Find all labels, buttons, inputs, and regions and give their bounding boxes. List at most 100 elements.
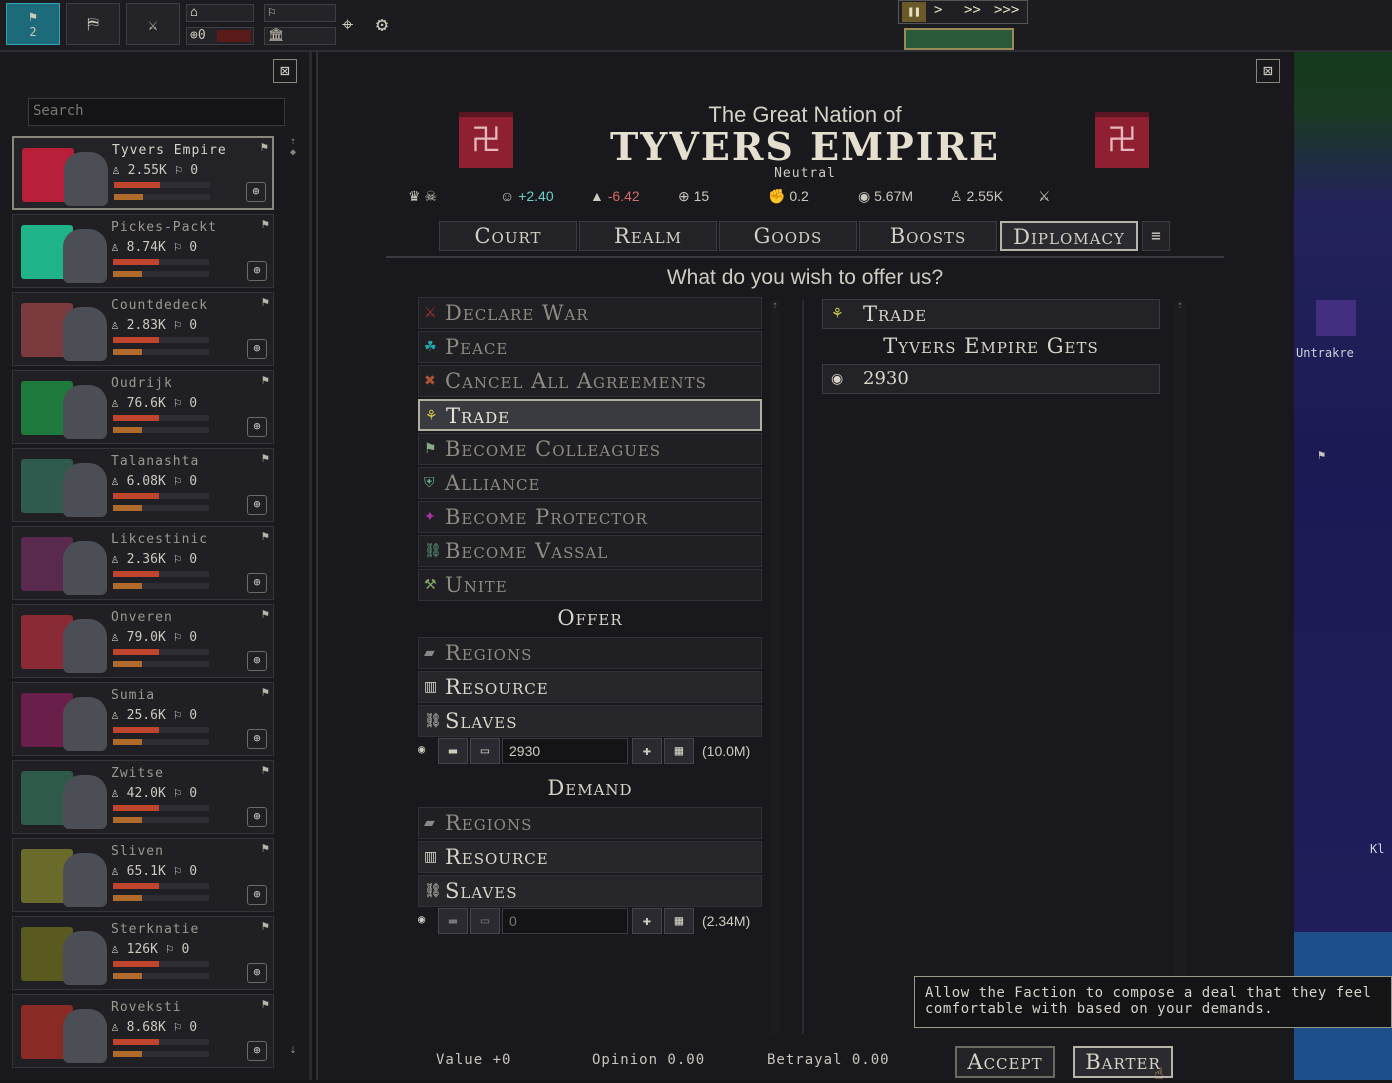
crosshair-icon[interactable]: ⊕	[247, 573, 267, 593]
option-trade[interactable]: ⚘ Trade	[418, 399, 762, 431]
faction-item[interactable]: Sliven ♙ 65.1K ⚐ 0 ⚑ ⊕	[12, 838, 274, 912]
decrease-button[interactable]: ▭	[470, 738, 500, 764]
map-city[interactable]	[1316, 300, 1356, 336]
demand-amount-input[interactable]: 0	[502, 908, 628, 934]
option-unite[interactable]: ⚒ Unite	[418, 569, 762, 601]
flag-icon[interactable]: ⚑	[262, 841, 269, 855]
option-declare-war[interactable]: ⚔ Declare War	[418, 297, 762, 329]
flag-icon[interactable]: ⚑	[262, 295, 269, 309]
tab-court[interactable]: Court	[439, 221, 577, 251]
crosshair-icon[interactable]: ⊕	[247, 1041, 267, 1061]
flag-icon[interactable]: ⚑	[262, 607, 269, 621]
increase-button[interactable]: ✚	[632, 738, 662, 764]
right-trade-item[interactable]: ⚘ Trade	[822, 299, 1160, 329]
crosshair-icon[interactable]: ⊕	[246, 182, 266, 202]
demand-slaves[interactable]: ⛓ Slaves	[418, 875, 762, 907]
crosshair-icon[interactable]: ⊕	[247, 807, 267, 827]
flag-icon[interactable]: ⚑	[262, 919, 269, 933]
world-map[interactable]: Untrakre Kl ⚑	[1294, 52, 1392, 1080]
building-slot[interactable]: 🏛	[264, 27, 336, 45]
increase-button[interactable]: ✚	[632, 908, 662, 934]
faction-item[interactable]: Zwitse ♙ 42.0K ⚐ 0 ⚑ ⊕	[12, 760, 274, 834]
faction-item[interactable]: Countdedeck ♙ 2.83K ⚐ 0 ⚑ ⊕	[12, 292, 274, 366]
faction-bar	[113, 661, 209, 667]
target-icon[interactable]: ⌖	[342, 12, 353, 36]
gets-value-item[interactable]: ◉ 2930	[822, 364, 1160, 394]
crosshair-icon[interactable]: ⊕	[247, 417, 267, 437]
faction-item[interactable]: Onveren ♙ 79.0K ⚐ 0 ⚑ ⊕	[12, 604, 274, 678]
demand-resource[interactable]: ▥ Resource	[418, 841, 762, 873]
home-slot[interactable]: ⌂	[186, 4, 254, 22]
crosshair-icon[interactable]: ⊕	[247, 651, 267, 671]
crosshair-icon[interactable]: ⊕	[247, 963, 267, 983]
faction-item[interactable]: Roveksti ♙ 8.68K ⚐ 0 ⚑ ⊕	[12, 994, 274, 1068]
flag-icon[interactable]: ⚑	[262, 451, 269, 465]
flag-button[interactable]: ⚑ 2	[6, 3, 60, 45]
crosshair-icon[interactable]: ⊕	[247, 261, 267, 281]
pause-button[interactable]: ❚❚	[902, 2, 926, 22]
option-peace[interactable]: ☘ Peace	[418, 331, 762, 363]
flag-icon[interactable]: ⚑	[262, 997, 269, 1011]
crosshair-icon[interactable]: ⊕	[247, 495, 267, 515]
faction-item[interactable]: Sterknatie ♙ 126K ⚐ 0 ⚑ ⊕	[12, 916, 274, 990]
left-scrollbar[interactable]: ⇡ ◆ ⇣	[287, 136, 299, 1068]
offer-slaves[interactable]: ⛓ Slaves	[418, 705, 762, 737]
faction-item[interactable]: Oudrijk ♙ 76.6K ⚐ 0 ⚑ ⊕	[12, 370, 274, 444]
accept-button[interactable]: Accept	[955, 1046, 1055, 1078]
settings-gear-icon[interactable]: ⚙	[376, 12, 388, 36]
right-scrollbar[interactable]: ⇡	[1175, 300, 1185, 980]
flag-icon[interactable]: ⚑	[262, 763, 269, 777]
speed-3-button[interactable]: >>>	[994, 2, 1019, 18]
crosshair-icon[interactable]: ⊕	[247, 729, 267, 749]
offer-amount-input[interactable]: 2930	[502, 738, 628, 764]
tab-boosts[interactable]: Boosts	[859, 221, 997, 251]
decrease-large-button[interactable]: ▬	[438, 908, 468, 934]
map-button[interactable]: ⛿	[66, 3, 120, 45]
tab-diplomacy[interactable]: Diplomacy	[1000, 221, 1138, 251]
flag-icon[interactable]: ⚑	[261, 140, 268, 154]
demand-regions[interactable]: ▰ Regions	[418, 807, 762, 839]
decrease-button[interactable]: ▭	[470, 908, 500, 934]
speed-1-button[interactable]: >	[934, 2, 942, 18]
signpost-icon: ⚐	[268, 5, 276, 20]
options-scrollbar[interactable]: ⇡	[770, 300, 780, 1034]
speed-2-button[interactable]: >>	[964, 2, 981, 18]
faction-item[interactable]: Tyvers Empire ♙ 2.55K ⚐ 0 ⚑ ⊕	[12, 136, 274, 210]
war-button[interactable]: ⚔	[126, 3, 180, 45]
map-icon: ▰	[424, 815, 436, 831]
faction-item[interactable]: Pickes-Packt ♙ 8.74K ⚐ 0 ⚑ ⊕	[12, 214, 274, 288]
flag-icon[interactable]: ⚑	[262, 529, 269, 543]
map-flag-icon[interactable]: ⚑	[1318, 448, 1325, 462]
option-become-protector[interactable]: ✦ Become Protector	[418, 501, 762, 533]
crosshair-icon[interactable]: ⊕	[247, 885, 267, 905]
crosshair-icon[interactable]: ⊕	[247, 339, 267, 359]
faction-item[interactable]: Likcestinic ♙ 2.36K ⚐ 0 ⚑ ⊕	[12, 526, 274, 600]
flag-icon[interactable]: ⚑	[262, 685, 269, 699]
menu-button[interactable]: ≡	[1142, 221, 1170, 251]
flag-icon[interactable]: ⚑	[262, 373, 269, 387]
faction-item[interactable]: Talanashta ♙ 6.08K ⚐ 0 ⚑ ⊕	[12, 448, 274, 522]
option-cancel-all-agreements[interactable]: ✖ Cancel All Agreements	[418, 365, 762, 397]
search-input[interactable]: Search	[28, 98, 285, 126]
faction-item[interactable]: Sumia ♙ 25.6K ⚐ 0 ⚑ ⊕	[12, 682, 274, 756]
increase-large-button[interactable]: ▦	[664, 908, 694, 934]
faction-bar	[113, 727, 209, 733]
decrease-large-button[interactable]: ▬	[438, 738, 468, 764]
ruler-portrait	[63, 931, 107, 985]
increase-large-button[interactable]: ▦	[664, 738, 694, 764]
money-slot[interactable]: ⊕0	[186, 27, 254, 45]
option-become-colleagues[interactable]: ⚑ Become Colleagues	[418, 433, 762, 465]
sign-slot[interactable]: ⚐	[264, 4, 336, 22]
offer-resource[interactable]: ▥ Resource	[418, 671, 762, 703]
tab-realm[interactable]: Realm	[579, 221, 717, 251]
offer-regions[interactable]: ▰ Regions	[418, 637, 762, 669]
option-alliance[interactable]: ⛨ Alliance	[418, 467, 762, 499]
option-become-vassal[interactable]: ⛓ Become Vassal	[418, 535, 762, 567]
flag-icon[interactable]: ⚑	[262, 217, 269, 231]
tab-goods[interactable]: Goods	[719, 221, 857, 251]
left-close-button[interactable]: ⊠	[273, 59, 297, 83]
dialog-close-button[interactable]: ⊠	[1256, 59, 1280, 83]
warning-icon: ▲	[590, 188, 604, 204]
faction-emblem-right: 卍	[1095, 112, 1149, 168]
faction-emblem-left: 卍	[459, 112, 513, 168]
